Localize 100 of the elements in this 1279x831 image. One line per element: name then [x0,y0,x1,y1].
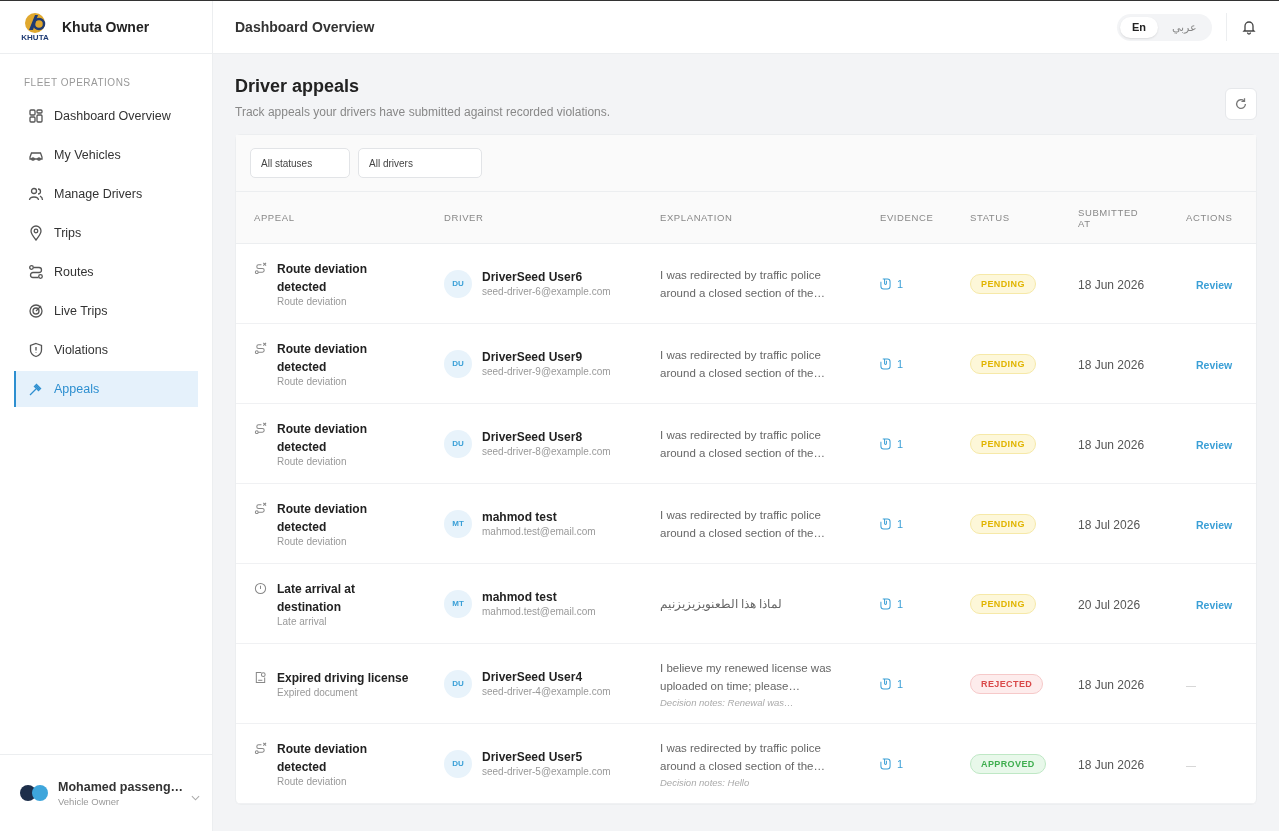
refresh-button[interactable] [1225,88,1257,120]
user-avatar [20,785,50,801]
explanation-text: I was redirected by traffic police around a closed section of the… [660,741,826,774]
sidebar-item[interactable]: Trips [14,215,198,251]
route-icon [254,422,267,435]
status-badge: PENDING [970,594,1036,614]
status-badge: PENDING [970,274,1036,294]
driver-avatar: DU [444,669,472,698]
appeal-title: Route deviation detected [277,421,368,456]
column-header: DRIVER [444,212,485,223]
explanation-text: I believe my renewed license was uploaded on time; please… [660,661,833,694]
filter-select[interactable]: All drivers [358,148,482,178]
route-icon [254,502,267,515]
appeal-type: Expired document [277,687,359,698]
driver-name: DriverSeed User4 [482,670,584,684]
submitted-date: 18 Jun 2026 [1078,677,1145,692]
evidence-link[interactable]: 1 [880,597,970,610]
driver-name: DriverSeed User8 [482,430,584,444]
evidence-link[interactable]: 1 [880,517,970,530]
appeal-title: Route deviation detected [277,341,368,376]
sidebar-item[interactable]: My Vehicles [14,137,198,173]
grid-icon [28,108,44,124]
driver-name: DriverSeed User6 [482,270,584,284]
sidebar-item[interactable]: Routes [14,254,198,290]
review-link[interactable]: Review [1196,518,1233,531]
review-link[interactable]: Review [1196,278,1233,291]
no-action-text: — [1186,679,1196,691]
appeal-type: Route deviation [277,776,348,787]
appeal-type: Route deviation [277,376,348,387]
users-icon [28,186,44,202]
page-subtitle: Track appeals your drivers have submitted against recorded violations. [235,105,611,119]
driver-name: mahmod test [482,510,558,524]
review-link[interactable]: Review [1196,438,1233,451]
driver-name: DriverSeed User5 [482,750,584,764]
column-header: SUBMITTED AT [1078,206,1140,229]
decision-notes: Decision notes: Renewal was… [660,697,795,708]
explanation-text: I was redirected by traffic police around a closed section of the… [660,427,826,461]
page-title: Driver appeals [235,76,361,97]
driver-name: mahmod test [482,590,558,604]
page-header-title: Dashboard Overview [235,19,375,35]
route-icon [28,264,44,280]
evidence-link[interactable]: 1 [880,757,970,770]
driver-avatar: MT [444,509,472,538]
document-icon [254,671,267,684]
driver-email: mahmod.test@email.com [482,606,596,617]
evidence-link[interactable]: 1 [880,357,970,370]
status-badge: PENDING [970,354,1036,374]
column-header: STATUS [970,212,1011,223]
explanation-text: I was redirected by traffic police around a closed section of the… [660,507,826,541]
driver-email: seed-driver-9@example.com [482,366,611,377]
brand-name: Khuta Owner [62,19,150,35]
sidebar-item[interactable]: Dashboard Overview [14,98,198,134]
attachment-icon [880,517,891,530]
route-icon [254,262,267,275]
attachment-icon [880,357,891,370]
language-option[interactable]: عربي [1160,16,1209,38]
attachment-icon [880,757,891,770]
language-option[interactable]: En [1119,16,1158,38]
section-label: FLEET OPERATIONS [23,76,132,90]
driver-email: seed-driver-8@example.com [482,446,611,457]
explanation-text: I was redirected by traffic police around a closed section of the… [660,347,826,381]
column-header: APPEAL [254,212,296,223]
sidebar-item[interactable]: Appeals [14,371,198,407]
sidebar-item[interactable]: Manage Drivers [14,176,198,212]
filter-select[interactable]: All statuses [250,148,350,178]
sidebar-item[interactable]: Live Trips [14,293,198,329]
review-link[interactable]: Review [1196,598,1233,611]
driver-avatar: MT [444,589,472,618]
user-role: Vehicle Owner [58,795,121,807]
appeal-type: Route deviation [277,296,348,307]
driver-avatar: DU [444,269,472,298]
appeal-title: Route deviation detected [277,261,368,296]
driver-avatar: DU [444,349,472,378]
logo-text: KHUTA [21,34,49,42]
appeal-title: Late arrival at destination [277,581,357,616]
evidence-link[interactable]: 1 [880,437,970,450]
status-badge: REJECTED [970,674,1044,694]
driver-name: DriverSeed User9 [482,350,584,364]
sidebar-item[interactable]: Violations [14,332,198,368]
bell-icon[interactable] [1241,19,1257,35]
column-header: EVIDENCE [880,212,935,223]
evidence-link[interactable]: 1 [880,677,970,690]
appeal-title: Route deviation detected [277,741,368,776]
explanation-text: I was redirected by traffic police around a closed section of the… [660,267,826,301]
user-name[interactable]: Mohamed passeng… [58,779,184,794]
column-header: ACTIONS [1186,212,1234,223]
submitted-date: 20 Jul 2026 [1078,597,1141,612]
appeal-type: Route deviation [277,456,348,467]
submitted-date: 18 Jul 2026 [1078,517,1141,532]
attachment-icon [880,677,891,690]
review-link[interactable]: Review [1196,358,1233,371]
gavel-icon [28,381,44,397]
radar-icon [28,303,44,319]
status-badge: APPROVED [970,754,1046,774]
driver-avatar: DU [444,749,472,778]
appeal-type: Route deviation [277,536,348,547]
chevron-icon[interactable] [191,795,201,801]
no-action-text: — [1186,759,1196,771]
evidence-link[interactable]: 1 [880,277,970,290]
driver-email: mahmod.test@email.com [482,526,596,537]
